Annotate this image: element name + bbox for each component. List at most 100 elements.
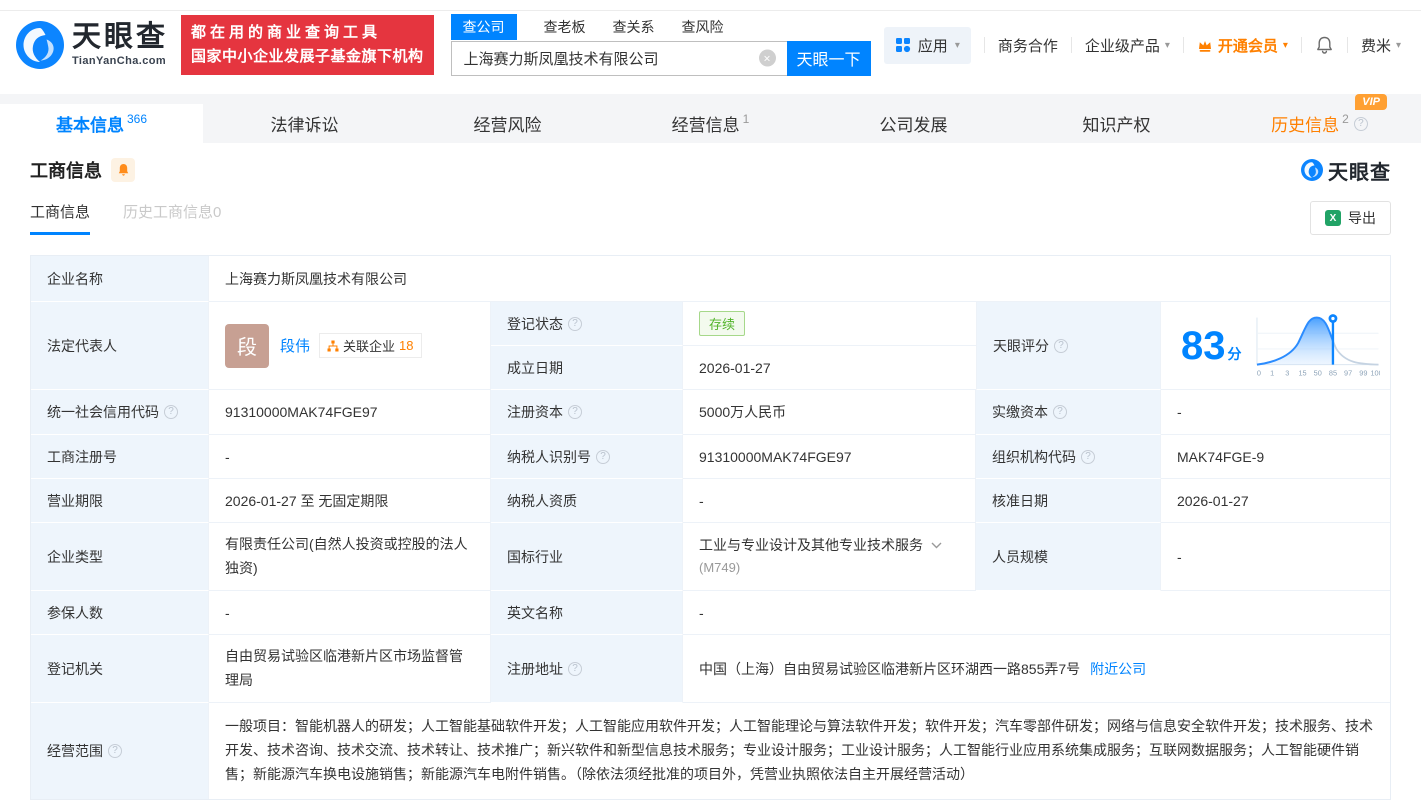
tianyancha-swirl-icon [1301,159,1323,181]
user-menu[interactable]: 费米 ▾ [1361,35,1401,56]
vip-badge: VIP [1355,94,1387,110]
nav-divider [1346,37,1348,53]
tab-legal-proceedings[interactable]: 法律诉讼 [203,104,406,143]
org-chart-icon [327,340,339,351]
industry-code: (M749) [699,560,741,576]
search-area: 查公司 查老板 查关系 查风险 × 天眼一下 [450,14,871,76]
help-icon[interactable]: ? [596,449,610,464]
caret-down-icon: ▾ [954,39,960,51]
help-icon[interactable]: ? [568,316,582,331]
search-tab-company[interactable]: 查公司 [450,14,517,40]
svg-text:0: 0 [1256,368,1260,377]
export-label: 导出 [1348,210,1376,226]
tab-history-info[interactable]: VIP 历史信息 2 ? [1218,94,1421,143]
tab-intellectual-property[interactable]: 知识产权 [1015,104,1218,143]
export-button[interactable]: X 导出 [1310,201,1391,235]
caret-down-icon: ▾ [1164,39,1170,51]
field-label-approval-date: 核准日期 [976,479,1161,523]
company-tab-bar: 基本信息 366 法律诉讼 经营风险 经营信息 1 公司发展 知识产权 VIP … [0,94,1421,143]
search-box: × 天眼一下 [450,40,871,76]
svg-text:50: 50 [1313,368,1321,377]
tab-operating-info[interactable]: 经营信息 1 [609,104,812,143]
slogan-line-2: 国家中小企业发展子基金旗下机构 [191,48,424,65]
help-icon[interactable]: ? [164,405,178,419]
score-axis-ticks: 0 1 3 15 50 85 97 99 100 [1256,368,1380,377]
help-icon[interactable]: ? [568,405,582,419]
legal-rep-avatar[interactable]: 段 [225,323,269,368]
registered-capital-value: 5000万人民币 [683,390,976,435]
registration-status-value: 存续 [683,302,976,346]
tab-label: 公司发展 [879,116,948,135]
field-label-registered-capital: 注册资本 ? [491,390,683,435]
field-label-registration-number: 工商注册号 [31,435,209,479]
tab-company-development[interactable]: 公司发展 [812,104,1015,143]
registration-number-value: - [209,435,491,479]
help-icon[interactable]: ? [1053,405,1067,419]
field-label-business-term: 营业期限 [31,479,209,523]
top-divider [0,0,1421,11]
caret-down-icon: ▾ [1282,39,1288,51]
search-input-wrap: × [450,40,787,76]
status-badge: 存续 [699,311,746,336]
tab-basic-info[interactable]: 基本信息 366 [0,104,203,143]
field-label-credit-code: 统一社会信用代码 ? [31,390,209,435]
search-input[interactable] [450,40,787,76]
watermark-text: 天眼查 [1328,161,1391,184]
field-label-tianyan-score: 天眼评分 ? [976,302,1161,390]
tianyancha-swirl-icon [16,21,64,69]
subtab-business-info[interactable]: 工商信息 [30,201,91,235]
tianyancha-company-page: 天眼查 TianYanCha.com 都在用的商业查询工具 国家中小企业发展子基… [0,0,1421,800]
search-tab-relation[interactable]: 查关系 [613,17,655,37]
clear-icon[interactable]: × [758,49,776,67]
top-right-nav: 应用 ▾ 商务合作 企业级产品 ▾ 开通会员 ▾ 费米 ▾ [883,26,1401,64]
notification-bell-icon[interactable] [1315,35,1334,55]
field-label-company-type: 企业类型 [31,523,209,591]
field-label-registration-authority: 登记机关 [31,635,209,703]
chevron-down-icon[interactable] [931,542,942,549]
svg-text:15: 15 [1298,368,1306,377]
nav-divider [1070,37,1072,53]
related-companies-badge[interactable]: 关联企业 18 [319,333,422,358]
tab-label: 知识产权 [1082,116,1151,135]
svg-text:100: 100 [1370,368,1380,377]
help-icon[interactable]: ? [1081,449,1095,464]
field-label-establish-date: 成立日期 [491,346,683,390]
tianyancha-logo[interactable]: 天眼查 TianYanCha.com [16,21,168,69]
watermark-logo: 天眼查 [1301,156,1391,185]
tab-count: 1 [742,111,750,126]
help-icon[interactable]: ? [1054,338,1068,353]
tab-operational-risk[interactable]: 经营风险 [406,104,609,143]
score-distribution-chart: 0 1 3 15 50 85 97 99 100 [1255,313,1380,377]
search-tabs: 查公司 查老板 查关系 查风险 [450,14,871,40]
field-label-business-scope: 经营范围 ? [31,703,209,799]
search-tab-risk[interactable]: 查风险 [682,17,724,37]
nav-enterprise-products[interactable]: 企业级产品 ▾ [1085,35,1170,56]
field-label-organization-code: 组织机构代码 ? [976,435,1161,479]
insured-count-value: - [209,591,491,635]
status-date-column: 登记状态 ? 存续 成立日期 2026-01-27 [491,302,976,390]
apps-button[interactable]: 应用 ▾ [883,26,971,64]
svg-text:3: 3 [1285,368,1289,377]
subtab-history-business-info[interactable]: 历史工商信息0 [123,201,221,235]
taxpayer-quality-value: - [683,479,976,523]
tianyan-score-value[interactable]: 83 分 0 1 3 15 50 85 97 99 10 [1161,302,1390,390]
field-label-registered-address: 注册地址 ? [491,635,683,703]
legal-rep-name-link[interactable]: 段伟 [280,335,310,356]
nav-divider [983,37,985,53]
industry-value: 工业与专业设计及其他专业技术服务 (M749) [683,523,976,591]
organization-code-value: MAK74FGE-9 [1161,435,1390,479]
nav-business-cooperation[interactable]: 商务合作 [998,35,1058,56]
subscribe-bell-chip[interactable] [111,158,135,182]
slogan-line-1: 都在用的商业查询工具 [191,24,382,41]
nearby-companies-link[interactable]: 附近公司 [1090,659,1146,679]
section-title: 工商信息 [30,161,102,181]
help-icon[interactable]: ? [568,661,582,676]
search-button[interactable]: 天眼一下 [786,40,871,76]
company-type-value: 有限责任公司(自然人投资或控股的法人独资) [209,523,491,591]
search-tab-boss[interactable]: 查老板 [544,17,586,37]
help-icon[interactable]: ? [1353,116,1368,131]
nav-divider [1300,37,1302,53]
establish-date-value: 2026-01-27 [683,346,976,390]
nav-open-vip[interactable]: 开通会员 ▾ [1197,35,1288,56]
help-icon[interactable]: ? [108,744,122,758]
